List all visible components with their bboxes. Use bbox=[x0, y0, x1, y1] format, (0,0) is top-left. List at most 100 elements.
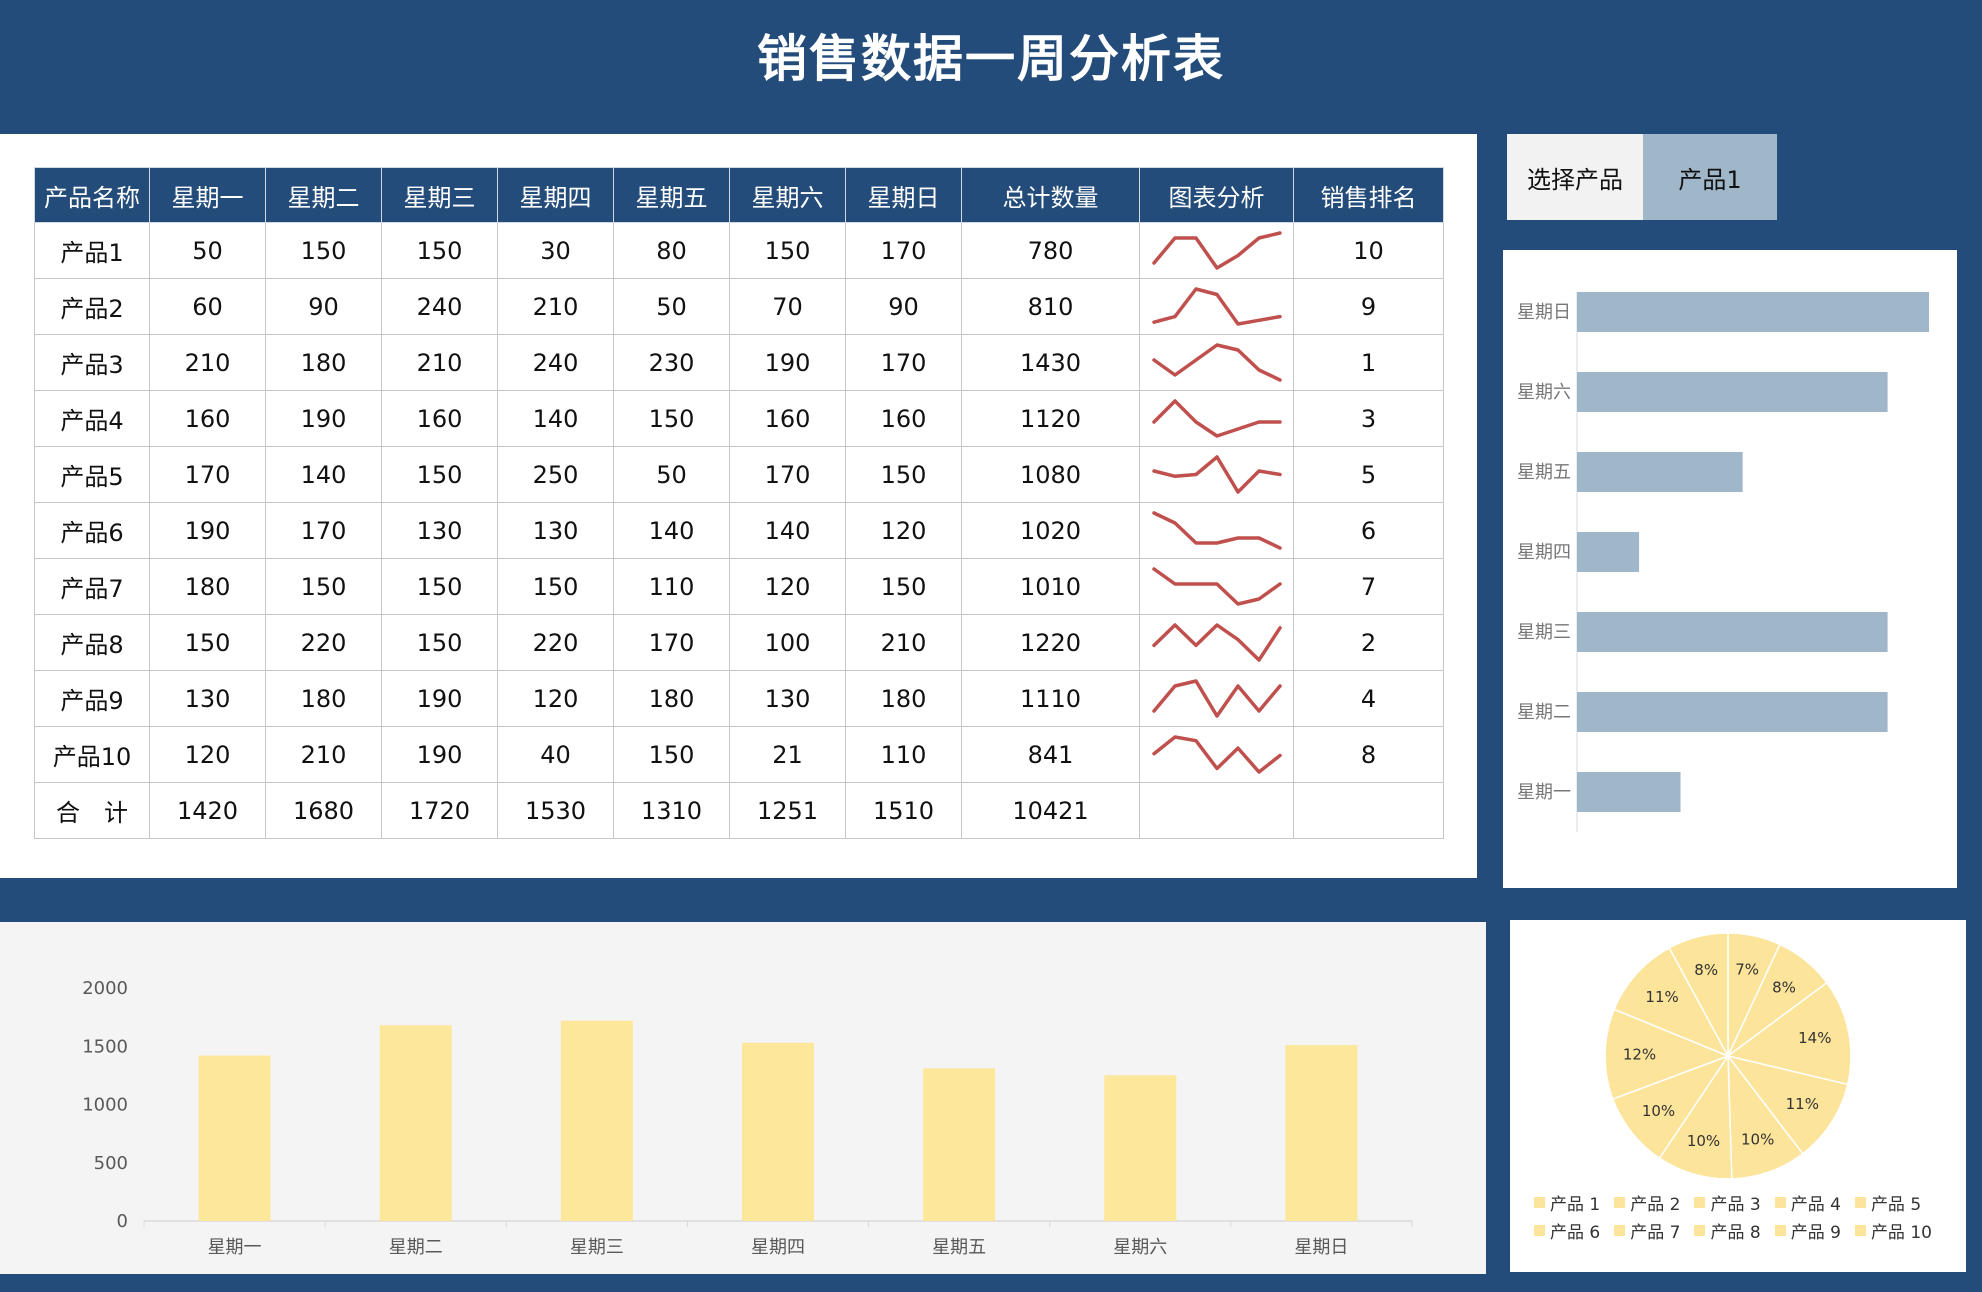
daily-value-cell: 100 bbox=[729, 614, 846, 671]
legend-item: 产品 2 bbox=[1614, 1188, 1680, 1216]
table-row: 产品6 190 170 130 130 140 140 120 1020 6 bbox=[34, 502, 1444, 559]
daily-value-cell: 170 bbox=[613, 614, 730, 671]
sum-value-cell: 1310 bbox=[613, 782, 730, 839]
daily-value-cell: 210 bbox=[265, 726, 382, 783]
bar bbox=[1285, 1045, 1358, 1221]
slice-label: 10% bbox=[1642, 1102, 1675, 1120]
sparkline-series bbox=[1152, 511, 1282, 550]
daily-value-cell: 150 bbox=[845, 558, 962, 615]
daily-value-cell: 150 bbox=[265, 222, 382, 279]
sparkline-cell bbox=[1139, 222, 1294, 279]
product-name-cell: 产品6 bbox=[34, 502, 150, 559]
rank-cell: 8 bbox=[1293, 726, 1444, 783]
total-cell: 1430 bbox=[961, 334, 1140, 391]
sparkline-cell bbox=[1139, 390, 1294, 447]
daily-value-cell: 150 bbox=[613, 726, 730, 783]
legend-label: 产品 5 bbox=[1870, 1194, 1922, 1215]
daily-value-cell: 150 bbox=[381, 558, 498, 615]
daily-value-cell: 21 bbox=[729, 726, 846, 783]
daily-value-cell: 150 bbox=[497, 558, 614, 615]
sparkline bbox=[1152, 567, 1282, 606]
daily-value-cell: 150 bbox=[265, 558, 382, 615]
daily-value-cell: 110 bbox=[613, 558, 730, 615]
daily-value-cell: 30 bbox=[497, 222, 614, 279]
legend-item: 产品 7 bbox=[1614, 1216, 1680, 1244]
sum-row: 合 计 1420 1680 1720 1530 1310 1251 1510 10421 bbox=[34, 782, 1444, 839]
category-label: 星期六 bbox=[1113, 1237, 1167, 1258]
legend-swatch bbox=[1694, 1196, 1706, 1208]
y-tick-label: 0 bbox=[117, 1211, 128, 1232]
weekly-total-chart: 0 500 1000 1500 2000 星期一 星期二 星期三 星期四 星期五 星期六 星期日 bbox=[82, 978, 1413, 1258]
sparkline bbox=[1152, 623, 1282, 662]
sparkline-series bbox=[1152, 231, 1282, 270]
daily-value-cell: 240 bbox=[497, 334, 614, 391]
y-tick-label: 500 bbox=[94, 1153, 128, 1174]
sparkline bbox=[1152, 455, 1282, 494]
legend-label: 产品 7 bbox=[1630, 1222, 1681, 1243]
category-label: 星期六 bbox=[1517, 382, 1571, 403]
selector-label: 选择产品 bbox=[1507, 134, 1643, 220]
daily-value-cell: 170 bbox=[149, 446, 266, 503]
column-header: 总计数量 bbox=[961, 167, 1140, 223]
column-header: 产品名称 bbox=[34, 167, 150, 223]
legend-item: 产品 9 bbox=[1774, 1216, 1841, 1244]
sparkline-series bbox=[1152, 679, 1282, 718]
sparkline bbox=[1152, 399, 1282, 438]
product-name-cell: 产品1 bbox=[34, 222, 150, 279]
slice-label: 10% bbox=[1741, 1130, 1774, 1148]
legend-swatch bbox=[1534, 1224, 1545, 1236]
sparkline-cell bbox=[1139, 502, 1294, 559]
bar bbox=[1577, 532, 1640, 572]
legend-label: 产品 4 bbox=[1790, 1194, 1841, 1215]
slice-label: 8% bbox=[1772, 978, 1796, 996]
slice-label: 11% bbox=[1786, 1095, 1819, 1113]
category-label: 星期五 bbox=[932, 1237, 986, 1258]
sparkline-series bbox=[1152, 567, 1282, 606]
daily-value-cell: 110 bbox=[845, 726, 962, 783]
daily-value-cell: 120 bbox=[845, 502, 962, 559]
product-name-cell: 产品7 bbox=[34, 558, 150, 615]
product-name-cell: 产品9 bbox=[34, 670, 150, 727]
product-select-dropdown[interactable]: 产品1 bbox=[1643, 134, 1777, 220]
sparkline-series bbox=[1152, 623, 1282, 662]
total-cell: 1020 bbox=[961, 502, 1140, 559]
total-cell: 1120 bbox=[961, 390, 1140, 447]
total-cell: 1010 bbox=[961, 558, 1140, 615]
bar bbox=[1104, 1075, 1177, 1221]
daily-value-cell: 150 bbox=[613, 390, 730, 447]
sparkline bbox=[1152, 231, 1282, 270]
daily-value-cell: 170 bbox=[845, 222, 962, 279]
y-tick-label: 1500 bbox=[82, 1036, 128, 1057]
daily-value-cell: 240 bbox=[381, 278, 498, 335]
daily-value-cell: 130 bbox=[381, 502, 498, 559]
daily-value-cell: 130 bbox=[729, 670, 846, 727]
daily-value-cell: 190 bbox=[381, 726, 498, 783]
sum-value-cell: 1251 bbox=[729, 782, 846, 839]
sparkline-series bbox=[1152, 287, 1282, 326]
legend-swatch bbox=[1614, 1196, 1626, 1208]
y-tick-label: 1000 bbox=[82, 1095, 128, 1116]
legend-label: 产品 2 bbox=[1630, 1194, 1681, 1215]
column-header: 图表分析 bbox=[1139, 167, 1294, 223]
slice-label: 7% bbox=[1735, 961, 1759, 979]
bar bbox=[923, 1068, 996, 1221]
daily-value-cell: 140 bbox=[497, 390, 614, 447]
category-label: 星期三 bbox=[570, 1237, 624, 1258]
daily-value-cell: 150 bbox=[381, 222, 498, 279]
daily-value-cell: 150 bbox=[381, 446, 498, 503]
legend-swatch bbox=[1694, 1224, 1706, 1236]
sales-table: 产品名称 星期一 星期二 星期三 星期四 星期五 星期六 星期日 总计数量 图表分析 销售排名 产品… bbox=[34, 167, 1444, 839]
sparkline bbox=[1152, 735, 1282, 774]
daily-value-cell: 90 bbox=[265, 278, 382, 335]
table-row: 产品4 160 190 160 140 150 160 160 1120 3 bbox=[34, 390, 1444, 447]
total-cell: 780 bbox=[961, 222, 1140, 279]
daily-value-cell: 180 bbox=[613, 670, 730, 727]
category-label: 星期日 bbox=[1294, 1237, 1348, 1258]
legend-swatch bbox=[1774, 1196, 1786, 1208]
table-row: 产品3 210 180 210 240 230 190 170 1430 1 bbox=[34, 334, 1444, 391]
table-row: 产品5 170 140 150 250 50 170 150 1080 5 bbox=[34, 446, 1444, 503]
daily-value-cell: 210 bbox=[497, 278, 614, 335]
product-name-cell: 产品3 bbox=[34, 334, 150, 391]
table-header-row: 产品名称 星期一 星期二 星期三 星期四 星期五 星期六 星期日 总计数量 图表分析 销售排名 bbox=[34, 167, 1444, 223]
legend-swatch bbox=[1774, 1224, 1786, 1236]
